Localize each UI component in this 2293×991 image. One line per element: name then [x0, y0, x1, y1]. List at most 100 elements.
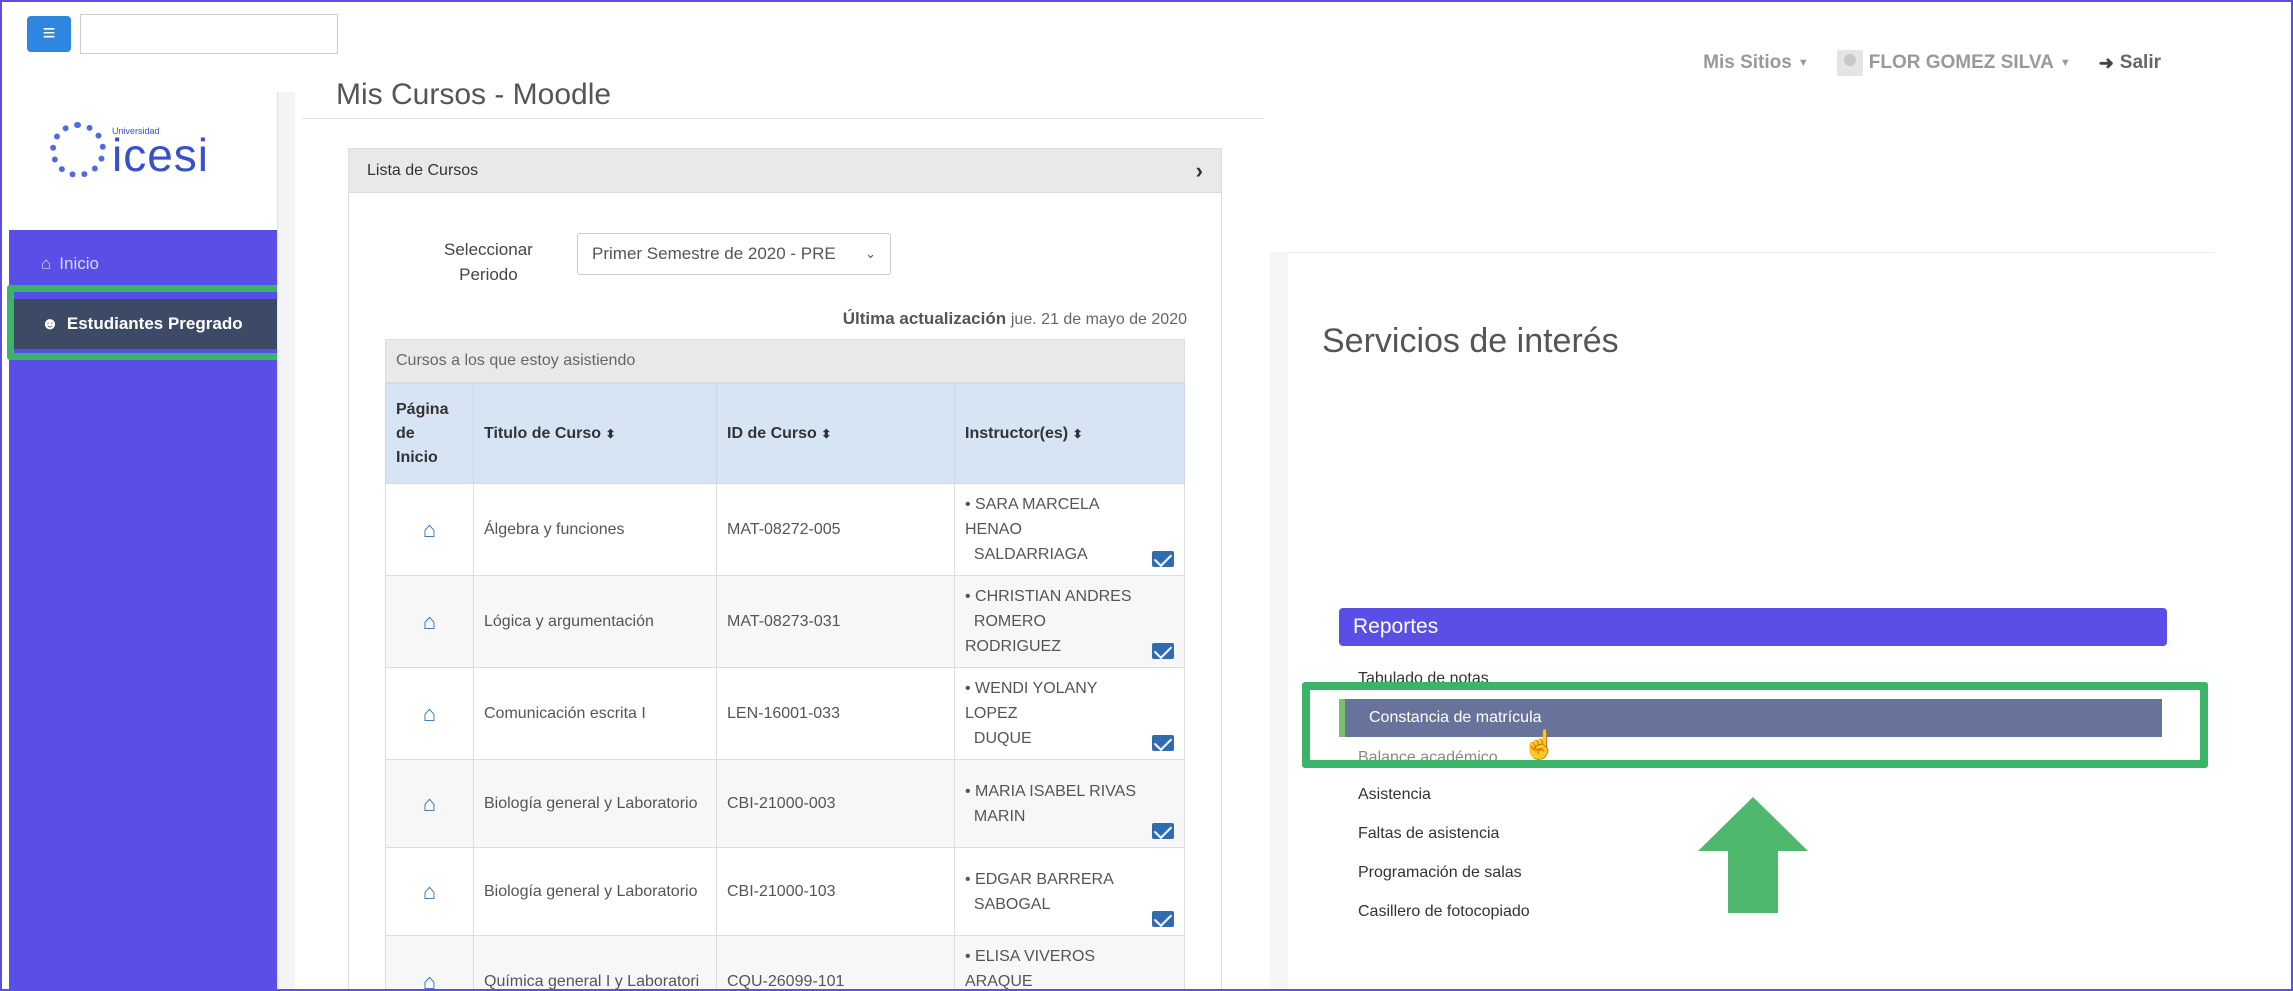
home-icon: ⌂ [422, 878, 437, 904]
instructor-name: ROMERO RODRIGUEZ [965, 613, 1061, 655]
period-label-line-2: Periodo [459, 265, 518, 284]
table-row: ⌂ Comunicación escrita I LEN-16001-033 •… [385, 667, 1185, 760]
search-input[interactable] [80, 14, 338, 54]
course-home-link[interactable]: ⌂ [385, 667, 474, 760]
report-link-casillero[interactable]: Casillero de fotocopiado [1358, 903, 1530, 921]
course-home-link[interactable]: ⌂ [385, 759, 474, 848]
instructor-name: EDGAR BARRERA [975, 870, 1114, 888]
period-label-line-1: Seleccionar [444, 240, 533, 259]
report-highlight-box [1302, 682, 2208, 768]
last-updated-label: Última actualización [842, 309, 1007, 328]
mail-icon[interactable] [1152, 735, 1174, 751]
course-instructor: • WENDI YOLANY LOPEZ DUQUE [954, 667, 1185, 760]
instructor-name: MARIA ISABEL RIVAS [975, 782, 1136, 800]
column-header-id[interactable]: ID de Curso ⬍ [716, 383, 955, 484]
mail-icon[interactable] [1152, 823, 1174, 839]
hamburger-icon: ≡ [42, 20, 56, 45]
sidebar-item-label: Inicio [59, 254, 99, 273]
logout-icon: ➜ [2098, 52, 2114, 73]
home-icon: ⌂ [41, 254, 52, 273]
course-title: Química general I y Laboratori [473, 935, 717, 989]
course-id: CBI-21000-103 [716, 847, 955, 936]
services-panel-strip [1270, 252, 1288, 989]
sun-logo-icon [50, 122, 106, 178]
instructor-name: CHRISTIAN ANDRES [975, 588, 1132, 605]
report-link-faltas[interactable]: Faltas de asistencia [1358, 825, 1499, 843]
period-select-value: Primer Semestre de 2020 - PRE [592, 244, 836, 263]
mail-icon[interactable] [1152, 643, 1174, 659]
course-home-link[interactable]: ⌂ [385, 575, 474, 668]
course-instructor: • CHRISTIAN ANDRES ROMERO RODRIGUEZ [954, 575, 1185, 668]
mail-icon[interactable] [1152, 911, 1174, 927]
course-home-link[interactable]: ⌂ [385, 847, 474, 936]
sidebar-item-inicio[interactable]: ⌂ Inicio [9, 239, 277, 289]
user-menu[interactable]: FLOR GOMEZ SILVA ▼ [1836, 50, 2071, 76]
report-link-programacion[interactable]: Programación de salas [1358, 864, 1522, 882]
last-updated-value: jue. 21 de mayo de 2020 [1010, 311, 1187, 328]
instructor-name: ELISA VIVEROS ARAQUE [965, 948, 1096, 990]
instructor-name: SABOGAL [973, 895, 1051, 913]
table-row: ⌂ Biología general y Laboratorio CBI-210… [385, 759, 1185, 848]
mail-icon[interactable] [1152, 551, 1174, 567]
reports-header: Reportes [1339, 608, 2167, 646]
course-id: MAT-08272-005 [716, 483, 955, 576]
logo-text: icesi [112, 129, 210, 181]
sidebar-divider [277, 92, 295, 989]
user-name: FLOR GOMEZ SILVA [1868, 52, 2054, 73]
column-header-home: Página de Inicio [385, 383, 474, 484]
chevron-right-icon: › [1195, 157, 1203, 183]
header-label: Instructor(es) [965, 424, 1069, 442]
instructor-name: MARIN [973, 807, 1026, 825]
column-header-title[interactable]: Titulo de Curso ⬍ [473, 383, 717, 484]
course-home-link[interactable]: ⌂ [385, 483, 474, 576]
instructor-name: SARA MARCELA HENAO [965, 496, 1099, 538]
logout-link[interactable]: ➜ Salir [2099, 52, 2161, 74]
top-navigation: Mis Sitios ▼ FLOR GOMEZ SILVA ▼ ➜ Salir [1703, 50, 2161, 76]
period-label: Seleccionar Periodo [444, 237, 533, 287]
course-title: Biología general y Laboratorio [473, 759, 717, 848]
panel-header[interactable]: Lista de Cursos › [349, 149, 1221, 193]
page-title: Mis Cursos - Moodle [336, 78, 612, 111]
caret-down-icon: ▼ [2059, 57, 2071, 69]
home-icon: ⌂ [422, 516, 437, 542]
table-header-row: Página de Inicio Titulo de Curso ⬍ ID de… [385, 383, 1185, 484]
hand-cursor-icon: ☝ [1522, 729, 1557, 760]
sort-icon: ⬍ [1072, 426, 1083, 441]
services-title: Servicios de interés [1322, 322, 1619, 360]
screenshot-frame: ≡ Mis Sitios ▼ FLOR GOMEZ SILVA ▼ ➜ Sali… [0, 0, 2293, 991]
period-select[interactable]: Primer Semestre de 2020 - PRE ⌄ [577, 233, 891, 275]
course-list-panel: Lista de Cursos › Seleccionar Periodo Pr… [348, 148, 1222, 991]
title-divider [302, 118, 1264, 119]
icesi-logo[interactable]: Universidad icesi [50, 122, 209, 178]
course-id: CBI-21000-003 [716, 759, 955, 848]
table-row: ⌂ Lógica y argumentación MAT-08273-031 •… [385, 575, 1185, 668]
instructor-name: DUQUE [973, 730, 1032, 747]
header-label: Titulo de Curso [484, 424, 602, 442]
header-line: de [396, 424, 415, 442]
home-icon: ⌂ [422, 608, 437, 634]
course-title: Comunicación escrita I [473, 667, 717, 760]
course-instructor: • MARIA ISABEL RIVAS MARIN [954, 759, 1185, 848]
course-title: Biología general y Laboratorio [473, 847, 717, 936]
header-label: ID de Curso [727, 424, 817, 442]
avatar [1836, 50, 1863, 76]
course-instructor: • EDGAR BARRERA SABOGAL [954, 847, 1185, 936]
header-line: Página [396, 400, 449, 418]
course-id: LEN-16001-033 [716, 667, 955, 760]
sort-icon: ⬍ [605, 426, 616, 441]
home-icon: ⌂ [422, 968, 437, 991]
menu-button[interactable]: ≡ [27, 16, 71, 52]
up-arrow-icon [1698, 797, 1808, 913]
column-header-instructor[interactable]: Instructor(es) ⬍ [954, 383, 1185, 484]
courses-table: Página de Inicio Titulo de Curso ⬍ ID de… [385, 383, 1185, 991]
sidebar-highlight-box [7, 285, 289, 360]
sort-icon: ⬍ [821, 426, 832, 441]
course-home-link[interactable]: ⌂ [385, 935, 474, 991]
course-id: CQU-26099-101 [716, 935, 955, 989]
course-id: MAT-08273-031 [716, 575, 955, 668]
mis-sitios-label: Mis Sitios [1703, 52, 1792, 73]
header-line: Inicio [396, 448, 438, 466]
mis-sitios-menu[interactable]: Mis Sitios ▼ [1703, 52, 1809, 74]
report-link-asistencia[interactable]: Asistencia [1358, 786, 1431, 804]
table-caption: Cursos a los que estoy asistiendo [385, 339, 1185, 383]
